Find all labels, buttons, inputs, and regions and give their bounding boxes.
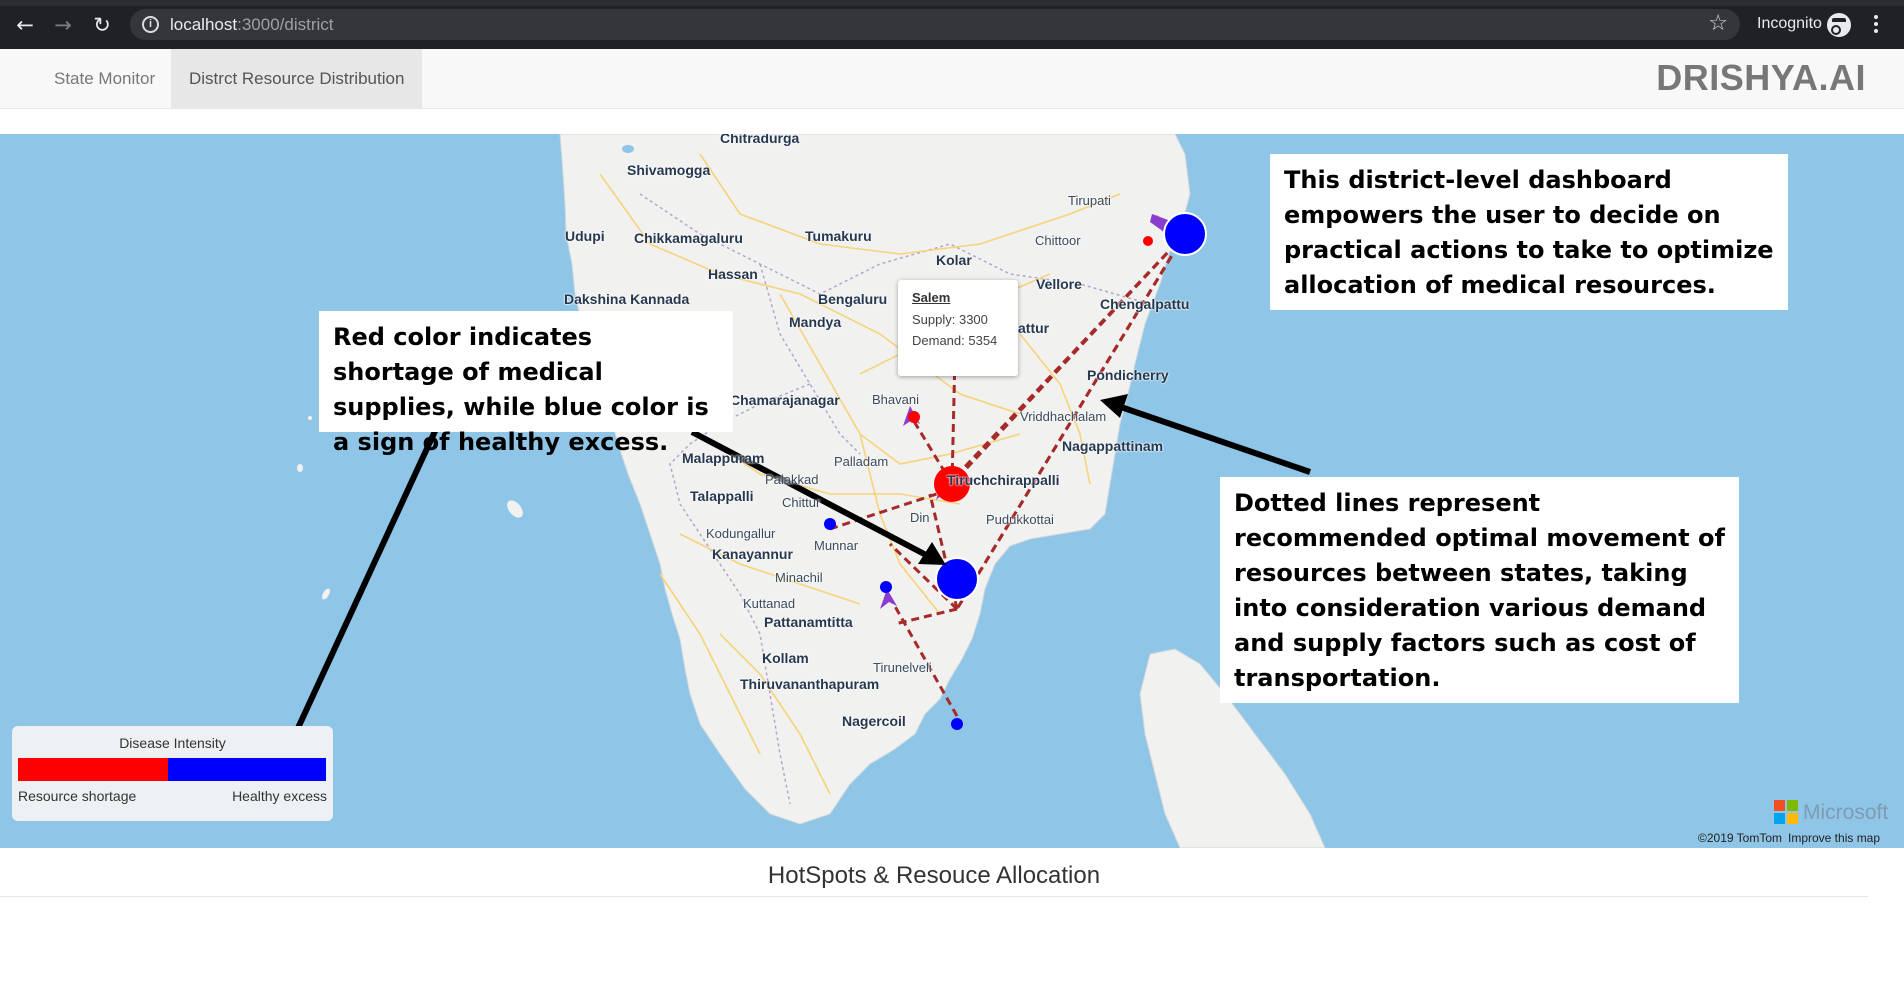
url-path: :3000/district bbox=[237, 15, 334, 34]
bookmark-star-icon[interactable]: ☆ bbox=[1708, 11, 1728, 36]
legend-shortage-label: Resource shortage bbox=[18, 788, 137, 804]
brand-logo: DRISHYA.AI bbox=[1656, 57, 1866, 98]
browser-chrome: ← → ↻ i localhost:3000/district ☆ Incogn… bbox=[0, 0, 1904, 49]
annotation-dotted-lines: Dotted lines represent recommended optim… bbox=[1220, 477, 1739, 703]
section-divider bbox=[0, 896, 1868, 897]
bubble-theni-excess bbox=[880, 581, 892, 593]
lake-1 bbox=[622, 145, 634, 153]
place-kanayannur: Kanayannur bbox=[712, 546, 793, 562]
place-shivamogga: Shivamogga bbox=[627, 162, 711, 178]
place-kolar: Kolar bbox=[936, 252, 972, 268]
map-attribution: ©2019 TomTom Improve this map bbox=[1698, 831, 1880, 845]
place-tirunelveli: Tirunelveli bbox=[873, 660, 932, 675]
island-4 bbox=[308, 416, 312, 420]
legend-excess-swatch bbox=[168, 758, 326, 781]
site-info-icon[interactable]: i bbox=[142, 16, 159, 33]
place-tumakuru: Tumakuru bbox=[805, 228, 872, 244]
bubble-tiruvallur-shortage bbox=[1143, 236, 1153, 246]
tab-district-resource-distribution[interactable]: Distrct Resource Distribution bbox=[171, 49, 423, 109]
url-text: localhost:3000/district bbox=[170, 15, 334, 35]
place-dakshina-kannada: Dakshina Kannada bbox=[564, 291, 690, 307]
section-title: HotSpots & Resouce Allocation bbox=[767, 862, 1101, 889]
tooltip-supply: Supply: 3300 bbox=[912, 312, 988, 327]
place-kollam: Kollam bbox=[762, 650, 809, 666]
bubble-erode-shortage bbox=[908, 411, 920, 423]
incognito-icon bbox=[1827, 13, 1851, 37]
district-tooltip: Salem Supply: 3300 Demand: 5354 bbox=[898, 280, 1018, 376]
place-chamarajanagar: Chamarajanagar bbox=[730, 392, 840, 408]
island-1 bbox=[507, 500, 523, 518]
place-tiruchchirappalli: Tiruchchirappalli bbox=[947, 472, 1060, 488]
disease-intensity-legend: Disease Intensity Resource shortage Heal… bbox=[12, 726, 333, 821]
bubble-thoothukudi-excess bbox=[951, 718, 963, 730]
place-nagappattinam: Nagappattinam bbox=[1062, 438, 1164, 454]
annotation-dashboard-purpose: This district-level dashboard empowers t… bbox=[1270, 154, 1788, 310]
reload-icon[interactable]: ↻ bbox=[89, 12, 115, 38]
place-pondicherry: Pondicherry bbox=[1087, 367, 1169, 383]
place-hassan: Hassan bbox=[708, 266, 758, 282]
place-udupi: Udupi bbox=[565, 228, 605, 244]
place-vriddhachalam: Vriddhachalam bbox=[1020, 409, 1107, 424]
place-mandya: Mandya bbox=[789, 314, 842, 330]
annotation-color-meaning: Red color indicates shortage of medical … bbox=[319, 311, 733, 456]
place-tirupati: Tirupati bbox=[1068, 193, 1111, 208]
place-palakkad: Palakkad bbox=[765, 472, 819, 487]
place-dindigul: Din bbox=[910, 510, 930, 525]
address-bar[interactable]: i localhost:3000/district ☆ bbox=[130, 9, 1740, 40]
incognito-label: Incognito bbox=[1757, 15, 1822, 32]
place-chengalpattu: Chengalpattu bbox=[1100, 296, 1190, 312]
place-vellore: Vellore bbox=[1036, 276, 1082, 292]
place-chitradurga: Chitradurga bbox=[720, 134, 800, 146]
place-bengaluru: Bengaluru bbox=[818, 291, 888, 307]
place-palladam: Palladam bbox=[834, 454, 889, 469]
place-kuttanad: Kuttanad bbox=[743, 596, 796, 611]
tooltip-demand: Demand: 5354 bbox=[912, 333, 998, 348]
copyright-text: ©2019 TomTom bbox=[1698, 831, 1782, 845]
microsoft-logo-text: Microsoft bbox=[1803, 801, 1889, 824]
place-chittur: Chittur bbox=[782, 495, 821, 510]
place-munnar: Munnar bbox=[814, 538, 859, 553]
legend-shortage-swatch bbox=[18, 758, 168, 781]
tab-strip-edge bbox=[0, 0, 1904, 6]
place-malappuram: Malappuram bbox=[682, 450, 765, 466]
app-navbar: State Monitor Distrct Resource Distribut… bbox=[0, 49, 1904, 109]
url-host: localhost bbox=[170, 15, 238, 34]
island-2 bbox=[297, 464, 303, 472]
place-thiruvananthapuram: Thiruvananthapuram bbox=[740, 676, 880, 692]
place-chikkamagaluru: Chikkamagaluru bbox=[634, 230, 743, 246]
place-pattanamtitta: Pattanamtitta bbox=[764, 614, 853, 630]
lake-2 bbox=[1075, 616, 1085, 622]
bubble-chennai-excess bbox=[1163, 212, 1207, 256]
legend-title: Disease Intensity bbox=[119, 735, 226, 751]
place-nagercoil: Nagercoil bbox=[842, 713, 906, 729]
place-pudukkottai: Pudukkottai bbox=[986, 512, 1054, 527]
forward-arrow-icon[interactable]: → bbox=[50, 12, 76, 38]
legend-color-bar bbox=[18, 758, 326, 781]
legend-excess-label: Healthy excess bbox=[232, 788, 327, 804]
place-bhavani: Bhavani bbox=[872, 392, 919, 407]
place-attur: attur bbox=[1018, 320, 1050, 336]
place-kodungallur: Kodungallur bbox=[706, 526, 776, 541]
tooltip-district-name[interactable]: Salem bbox=[912, 290, 1004, 305]
bubble-coimbatore-excess bbox=[824, 518, 836, 530]
tab-state-monitor[interactable]: State Monitor bbox=[36, 49, 173, 109]
place-chittoor: Chittoor bbox=[1035, 233, 1081, 248]
improve-map-link[interactable]: Improve this map bbox=[1788, 831, 1880, 845]
browser-menu-icon[interactable] bbox=[1872, 12, 1880, 38]
island-3 bbox=[322, 588, 330, 600]
back-arrow-icon[interactable]: ← bbox=[12, 12, 38, 38]
microsoft-logo-icon bbox=[1774, 800, 1798, 824]
district-map[interactable]: Chitradurga Shivamogga Tirupati Udupi Ch… bbox=[0, 134, 1904, 848]
place-minachil: Minachil bbox=[775, 570, 823, 585]
place-talappalli: Talappalli bbox=[690, 488, 754, 504]
